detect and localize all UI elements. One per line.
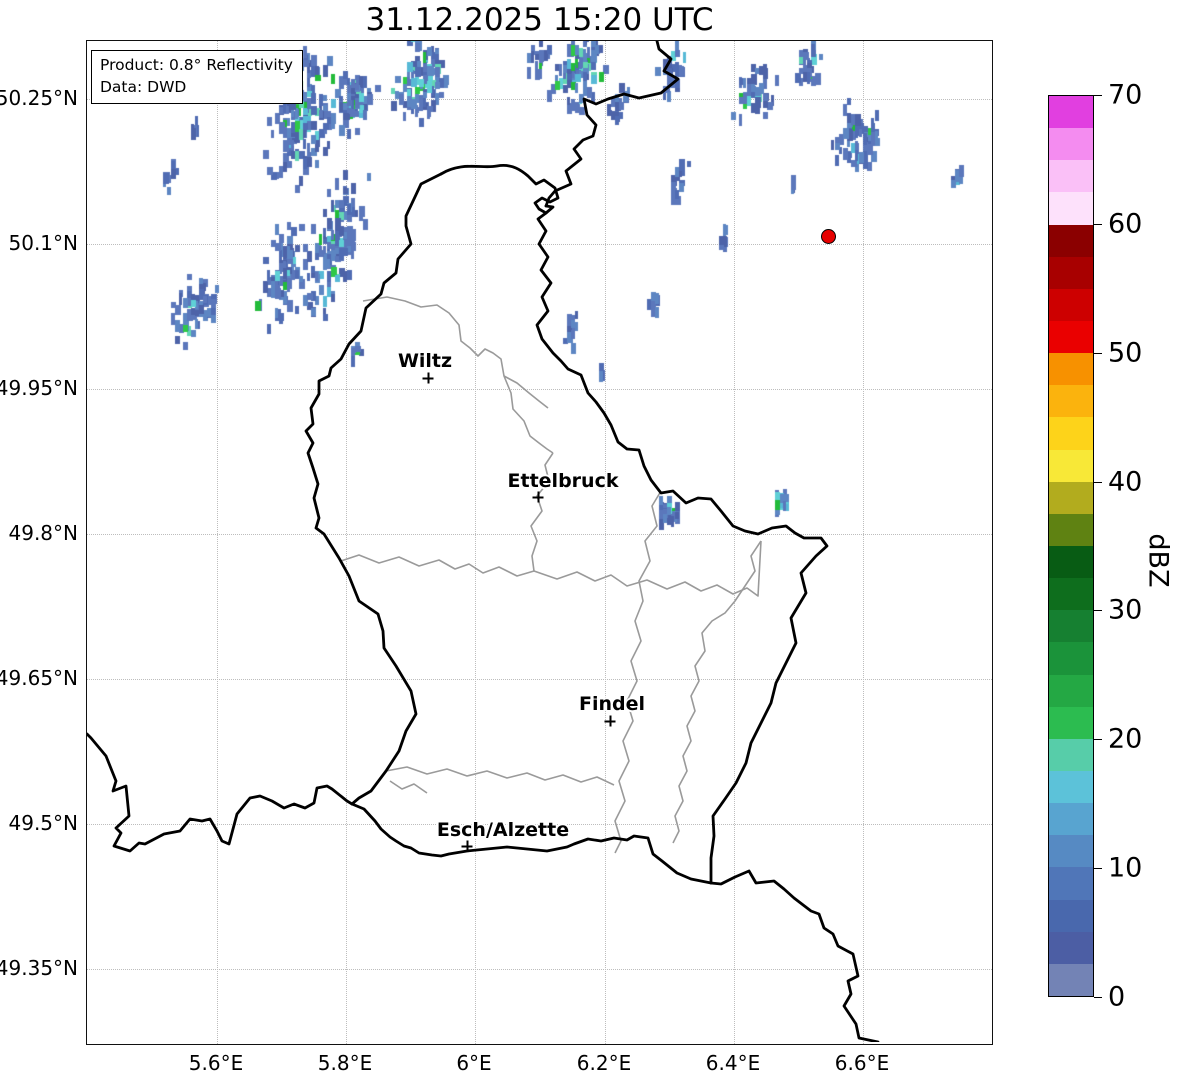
colorbar-segment — [1049, 578, 1093, 611]
border-lux-west — [304, 172, 443, 806]
colorbar-segment — [1049, 192, 1093, 225]
x-axis-tick-label: 5.6°E — [188, 1051, 244, 1075]
colorbar-tick-mark — [1094, 95, 1102, 96]
y-axis-tick-label: 49.95°N — [0, 376, 78, 400]
colorbar-tick-mark — [1094, 223, 1102, 225]
colorbar — [1048, 95, 1094, 997]
colorbar-segment — [1049, 320, 1093, 354]
city-plus-marker — [422, 372, 434, 384]
colorbar-segment — [1049, 256, 1093, 289]
city-label: Ettelbruck — [507, 470, 619, 492]
colorbar-segment — [1049, 610, 1093, 643]
product-info-box: Product: 0.8° Reflectivity Data: DWD — [91, 50, 303, 105]
border-belgium-germany — [544, 41, 680, 208]
city-plus-marker — [604, 715, 616, 727]
colorbar-tick-mark — [1094, 481, 1102, 483]
border-lux-north — [439, 163, 560, 215]
colorbar-segment — [1049, 545, 1093, 579]
y-axis-tick-label: 49.5°N — [8, 811, 79, 835]
colorbar-segment — [1049, 931, 1093, 964]
colorbar-segment — [1049, 128, 1093, 161]
colorbar-tick-label: 0 — [1108, 981, 1126, 1013]
x-axis-tick-label: 5.8°E — [317, 1051, 373, 1075]
colorbar-segment — [1049, 899, 1093, 932]
y-axis-tick-label: 49.8°N — [8, 521, 79, 545]
colorbar-segment — [1049, 417, 1093, 450]
colorbar-tick-label: 70 — [1108, 79, 1143, 111]
x-axis-tick-label: 6.6°E — [834, 1051, 890, 1075]
colorbar-unit-label: dBZ — [1142, 533, 1174, 588]
map-plot-area: Product: 0.8° Reflectivity Data: DWD — [86, 40, 993, 1045]
colorbar-tick-label: 60 — [1108, 208, 1143, 240]
colorbar-segment — [1049, 770, 1093, 804]
colorbar-segment — [1049, 963, 1093, 996]
colorbar-segment — [1049, 481, 1093, 514]
city-label: Wiltz — [397, 350, 453, 372]
colorbar-tick-mark — [1094, 739, 1102, 741]
country-borders-layer — [87, 41, 880, 1042]
data-source-line: Data: DWD — [100, 77, 187, 96]
colorbar-tick-mark — [1094, 997, 1102, 998]
y-axis-tick-label: 49.65°N — [0, 666, 78, 690]
colorbar-segment — [1049, 96, 1093, 129]
radar-map-figure: 31.12.2025 15:20 UTC Product: 0.8° Refle… — [0, 0, 1184, 1081]
colorbar-tick-label: 20 — [1108, 723, 1143, 755]
x-axis-tick-label: 6.4°E — [705, 1051, 761, 1075]
city-label: Esch/Alzette — [436, 819, 570, 841]
colorbar-tick-mark — [1094, 352, 1102, 354]
border-france-germany — [709, 869, 880, 1042]
colorbar-segment — [1049, 706, 1093, 739]
colorbar-tick-mark — [1094, 610, 1102, 612]
colorbar-segment — [1049, 513, 1093, 546]
colorbar-segment — [1049, 353, 1093, 386]
colorbar-segment — [1049, 288, 1093, 321]
country-border-lines — [87, 41, 880, 1042]
city-label: Findel — [578, 693, 646, 715]
radar-site-marker — [821, 229, 836, 244]
x-axis-tick-label: 6.2°E — [576, 1051, 632, 1075]
border-lux-south — [350, 802, 713, 885]
colorbar-tick-label: 40 — [1108, 466, 1143, 498]
colorbar-tick-label: 10 — [1108, 852, 1143, 884]
colorbar-segment — [1049, 738, 1093, 771]
colorbar-segment — [1049, 224, 1093, 257]
border-france-belgium — [87, 732, 354, 853]
y-axis-tick-label: 50.1°N — [8, 231, 79, 255]
y-axis-tick-label: 50.25°N — [0, 86, 78, 110]
colorbar-segment — [1049, 674, 1093, 707]
city-plus-marker — [532, 491, 544, 503]
colorbar-tick-label: 50 — [1108, 337, 1143, 369]
colorbar-segment — [1049, 449, 1093, 482]
colorbar-segment — [1049, 835, 1093, 868]
x-axis-tick-label: 6°E — [456, 1051, 492, 1075]
colorbar-segment — [1049, 385, 1093, 418]
city-plus-marker — [461, 840, 473, 852]
colorbar-segment — [1049, 160, 1093, 193]
colorbar-segment — [1049, 867, 1093, 900]
product-line: Product: 0.8° Reflectivity — [100, 56, 293, 74]
district-borders — [340, 296, 762, 854]
y-axis-tick-label: 49.35°N — [0, 956, 78, 980]
colorbar-segment — [1049, 642, 1093, 675]
colorbar-segment — [1049, 803, 1093, 836]
colorbar-tick-mark — [1094, 868, 1102, 870]
figure-title: 31.12.2025 15:20 UTC — [365, 2, 714, 38]
colorbar-tick-label: 30 — [1108, 594, 1143, 626]
